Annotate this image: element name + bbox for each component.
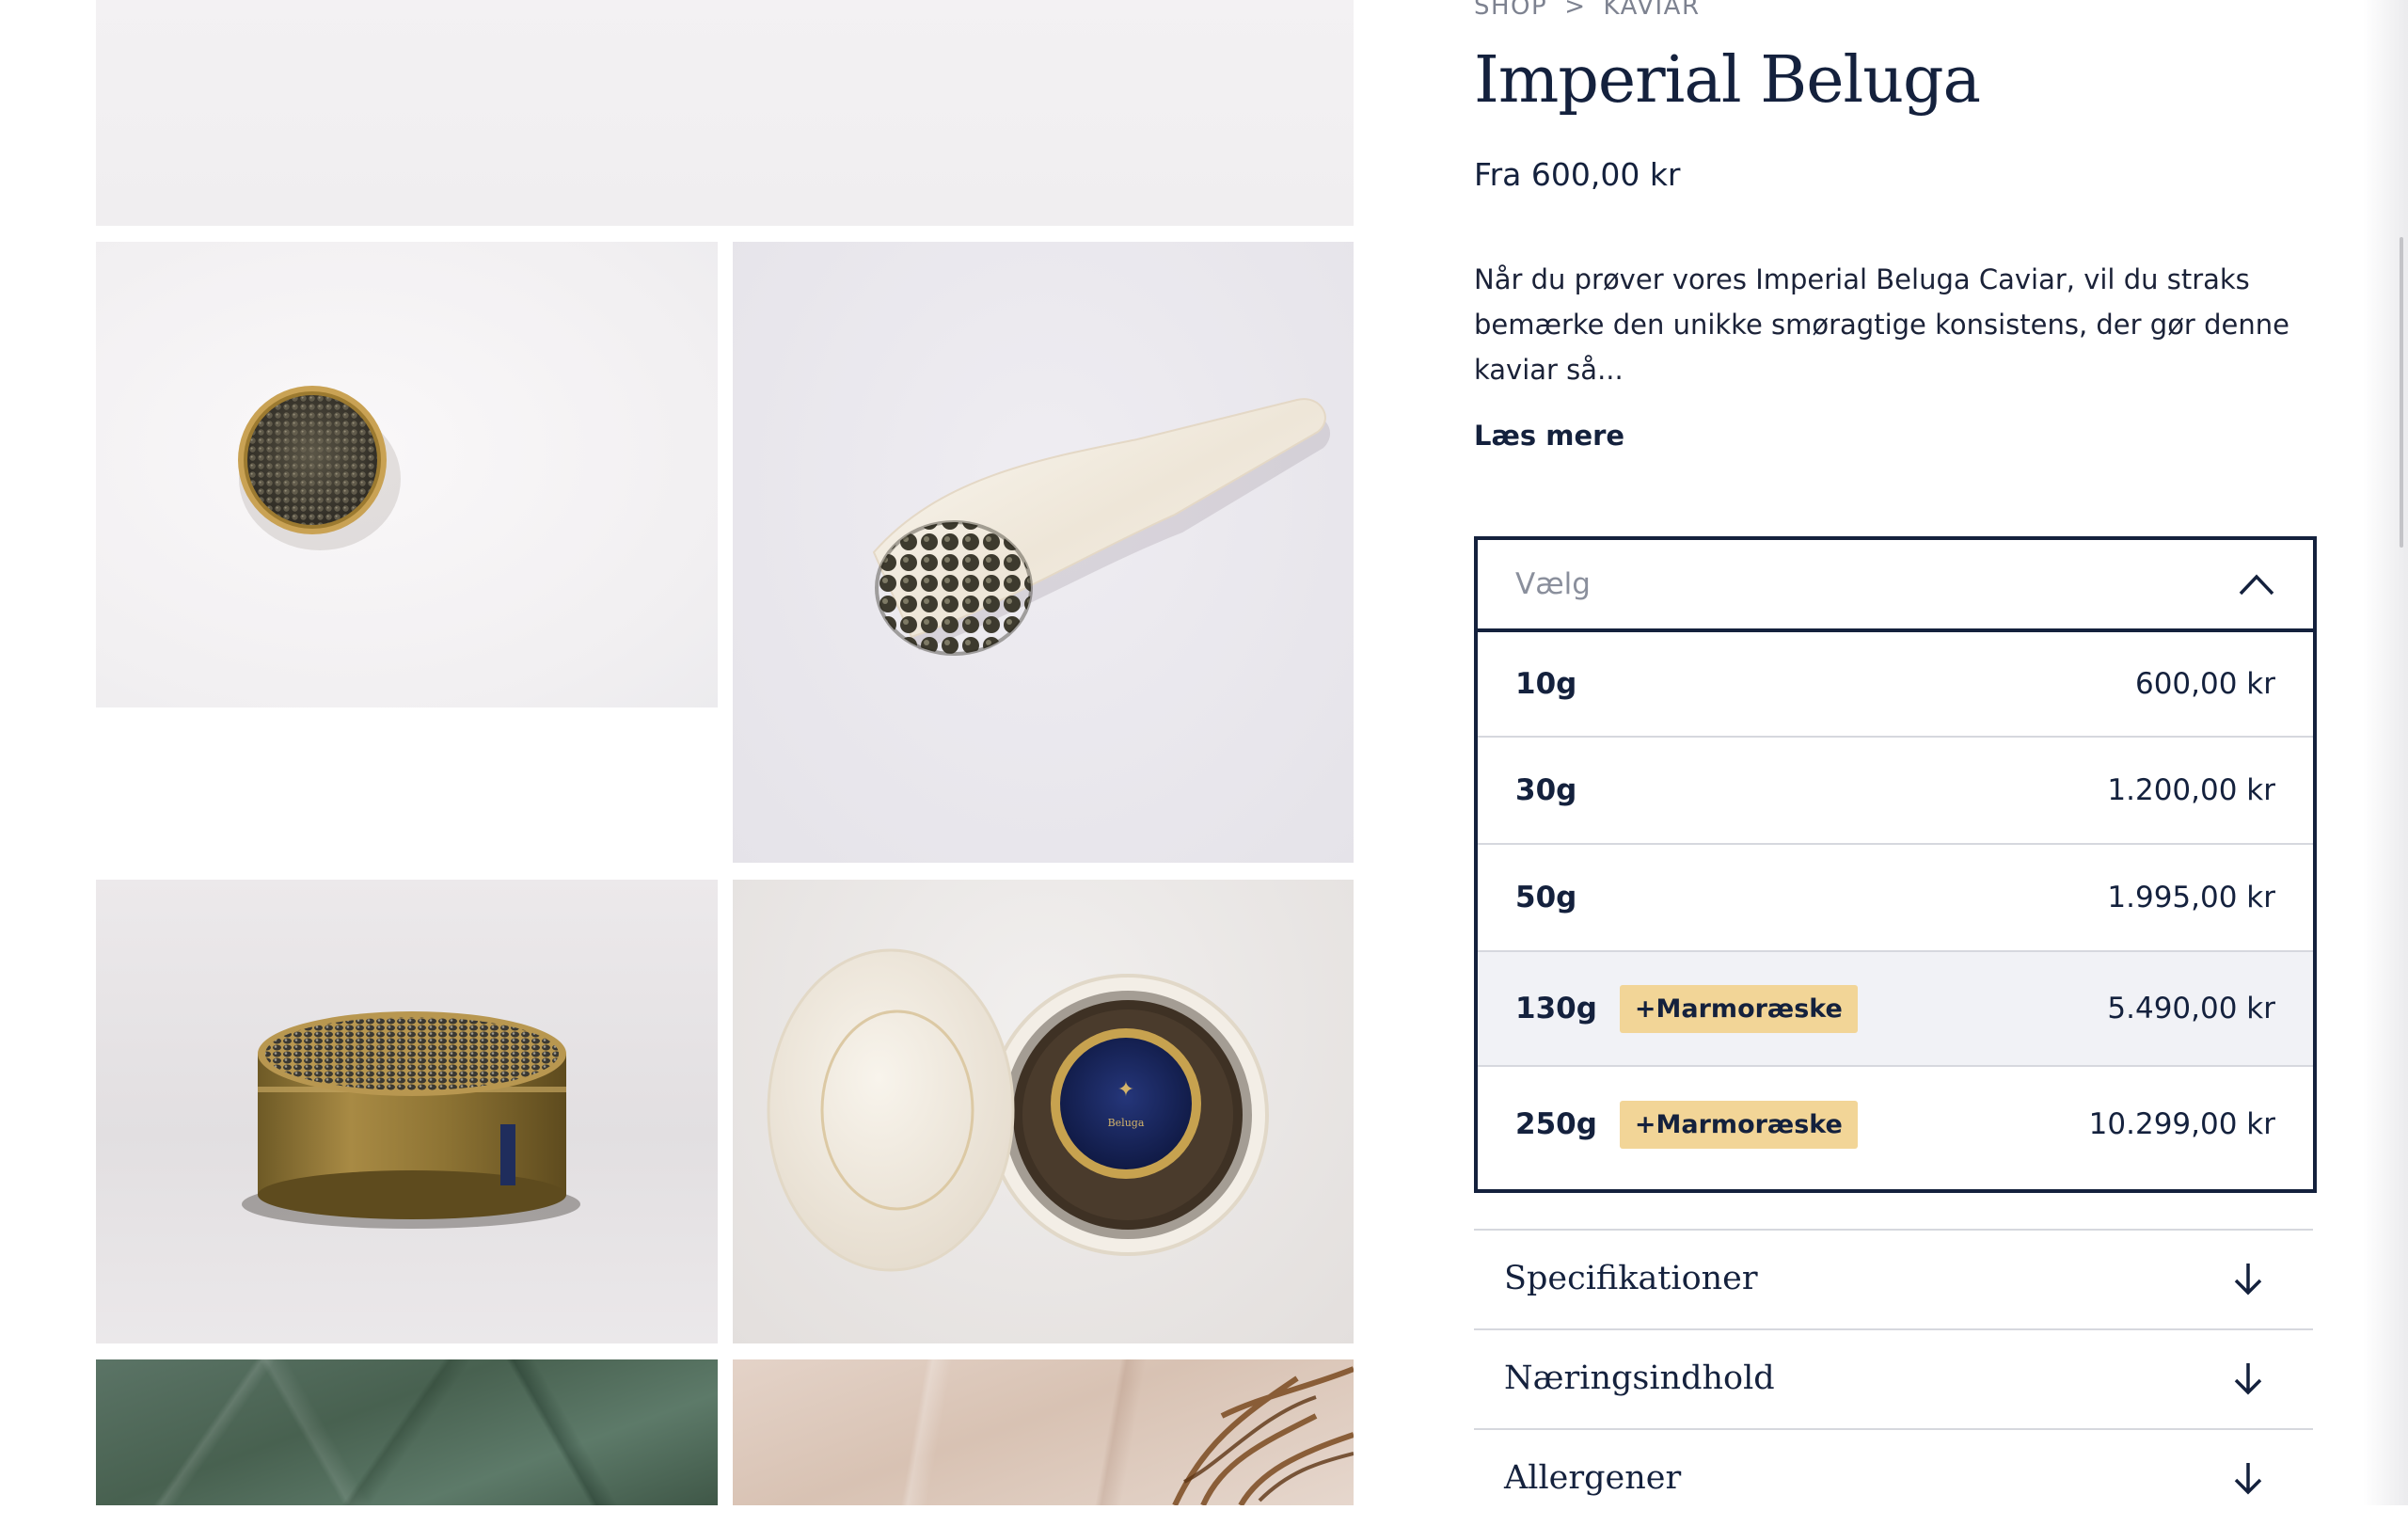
product-image-tin-side-view[interactable]	[96, 880, 718, 1343]
arrow-down-icon	[2234, 1363, 2262, 1395]
variant-option-10g[interactable]: 10g 600,00 kr	[1478, 632, 2313, 738]
product-image-beige-marble[interactable]	[733, 1359, 1354, 1505]
variant-weight: 50g	[1515, 881, 1577, 914]
variant-price: 600,00 kr	[2134, 667, 2275, 701]
product-image-spoon[interactable]	[733, 242, 1354, 863]
marble-box-illustration: ✦ Beluga	[767, 948, 1269, 1272]
variant-select[interactable]: Vælg 10g 600,00 kr 30g 1.200,00 kr 50g 1…	[1474, 536, 2317, 1193]
breadcrumb-category-link[interactable]: KAVIAR	[1604, 0, 1701, 21]
page-edge-shadow	[2363, 0, 2408, 1505]
accordion-label: Allergener	[1504, 1459, 1682, 1497]
variant-option-130g[interactable]: 130g +Marmoræske 5.490,00 kr	[1478, 952, 2313, 1067]
arrow-down-icon	[2234, 1463, 2262, 1495]
variant-price: 10.299,00 kr	[2088, 1107, 2275, 1141]
accordion-specifications[interactable]: Specifikationer	[1474, 1229, 2313, 1327]
seaweed-illustration	[1172, 1366, 1354, 1505]
chevron-up-icon[interactable]	[2238, 572, 2275, 596]
caviar-spoon-illustration	[872, 398, 1331, 656]
variant-option-50g[interactable]: 50g 1.995,00 kr	[1478, 845, 2313, 952]
variant-option-250g[interactable]: 250g +Marmoræske 10.299,00 kr	[1478, 1067, 2313, 1182]
product-title: Imperial Beluga	[1474, 43, 1981, 118]
variant-price: 1.995,00 kr	[2107, 881, 2275, 914]
read-more-link[interactable]: Læs mere	[1474, 420, 1624, 452]
accordion-label: Specifikationer	[1504, 1260, 1758, 1297]
caviar-tin-top-illustration	[238, 386, 401, 550]
variant-weight: 10g	[1515, 667, 1577, 701]
product-image-tin-top-view[interactable]	[96, 242, 718, 707]
tin-brand-label: Beluga	[1108, 1117, 1145, 1129]
breadcrumb-shop-link[interactable]: SHOP	[1474, 0, 1547, 21]
breadcrumb: SHOP > KAVIAR	[1474, 0, 1701, 21]
product-price-from: Fra 600,00 kr	[1474, 156, 1681, 193]
arrow-down-icon	[2234, 1264, 2262, 1296]
svg-text:✦: ✦	[1117, 1078, 1134, 1102]
accordion-allergens[interactable]: Allergener	[1474, 1428, 2313, 1526]
variant-option-30g[interactable]: 30g 1.200,00 kr	[1478, 738, 2313, 845]
marble-box-badge: +Marmoræske	[1619, 984, 1858, 1033]
accordion-label: Næringsindhold	[1504, 1359, 1775, 1397]
variant-price: 1.200,00 kr	[2107, 773, 2275, 807]
product-description: Når du prøver vores Imperial Beluga Cavi…	[1474, 263, 2289, 386]
variant-weight: 30g	[1515, 773, 1577, 807]
variant-weight: 130g	[1515, 992, 1597, 1025]
product-image-top[interactable]	[96, 0, 1354, 226]
product-image-marble-box[interactable]: ✦ Beluga	[733, 880, 1354, 1343]
product-image-green-marble[interactable]	[96, 1359, 718, 1505]
variant-weight: 250g	[1515, 1107, 1597, 1141]
variant-price: 5.490,00 kr	[2107, 992, 2275, 1025]
caviar-tin-side-illustration	[242, 1011, 580, 1229]
accordion-nutrition[interactable]: Næringsindhold	[1474, 1328, 2313, 1426]
variant-select-placeholder: Vælg	[1515, 567, 1591, 601]
breadcrumb-separator: >	[1564, 0, 1587, 21]
variant-select-header[interactable]: Vælg	[1478, 540, 2313, 632]
scrollbar-thumb[interactable]	[2400, 237, 2403, 548]
marble-box-badge: +Marmoræske	[1619, 1100, 1858, 1149]
